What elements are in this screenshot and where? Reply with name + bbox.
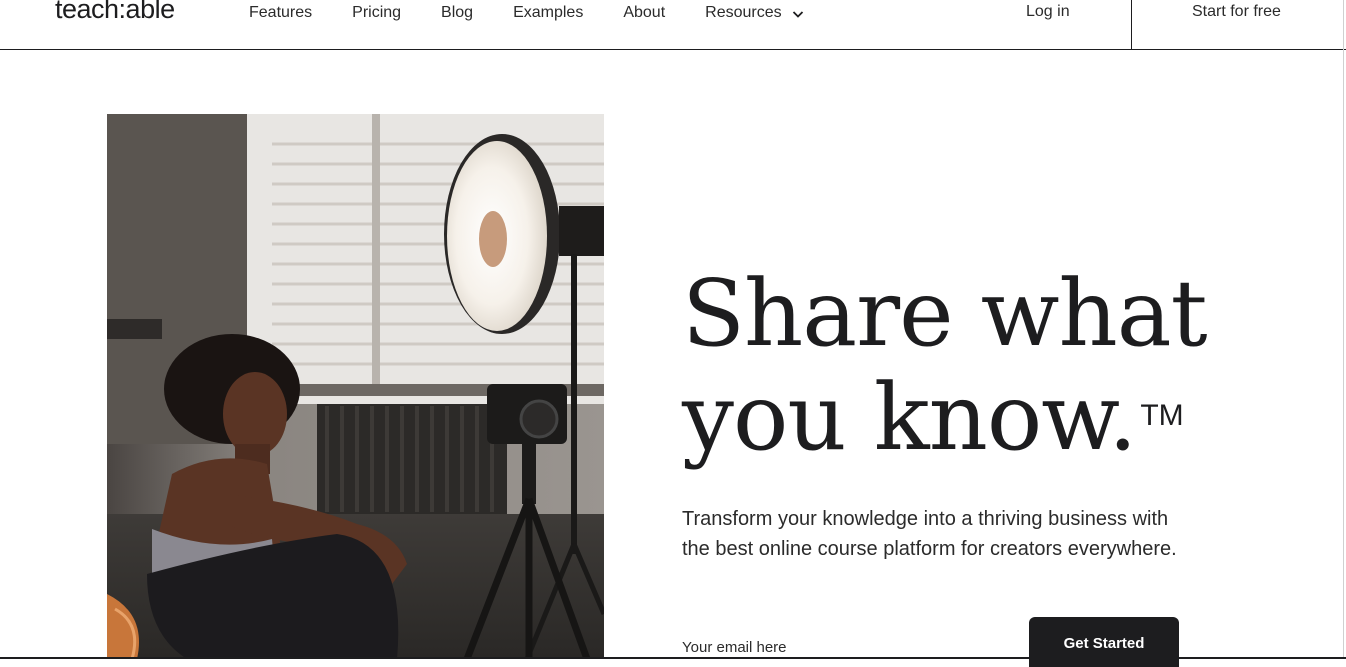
chevron-down-icon	[792, 7, 804, 19]
nav-examples-label: Examples	[513, 4, 584, 21]
nav-resources[interactable]: Resources	[705, 4, 803, 22]
page-edge-line	[1343, 0, 1344, 659]
trademark-mark: TM	[1140, 399, 1184, 432]
get-started-button[interactable]: Get Started	[1029, 617, 1179, 667]
nav-about-label: About	[623, 4, 666, 21]
nav-blog[interactable]: Blog	[441, 4, 473, 22]
headline-line-2-wrap: you know. TM	[682, 366, 1207, 470]
creator-photo-icon	[107, 114, 604, 659]
login-link[interactable]: Log in	[1026, 3, 1070, 21]
teachable-logo[interactable]: teach:able	[55, 0, 175, 25]
nav-pricing-label: Pricing	[352, 4, 402, 21]
headline-line-2: you know.	[682, 364, 1137, 471]
nav-blog-label: Blog	[441, 4, 474, 21]
nav-features[interactable]: Features	[249, 4, 312, 22]
start-for-free-button[interactable]: Start for free	[1192, 3, 1281, 21]
nav-pricing[interactable]: Pricing	[352, 4, 401, 22]
hero-headline: Share what you know. TM	[682, 260, 1208, 470]
nav-features-label: Features	[249, 4, 313, 21]
header-divider	[1131, 0, 1132, 50]
hero-photo	[107, 114, 604, 659]
site-header: teach:able Features Pricing Blog Example…	[0, 0, 1346, 50]
main-nav: Features Pricing Blog Examples About Res…	[249, 4, 844, 22]
headline-line-1: Share what	[682, 260, 1208, 367]
nav-about[interactable]: About	[623, 4, 665, 22]
nav-examples[interactable]: Examples	[513, 4, 583, 22]
hero-subtext: Transform your knowledge into a thriving…	[682, 508, 1177, 560]
nav-resources-label: Resources	[705, 4, 782, 21]
